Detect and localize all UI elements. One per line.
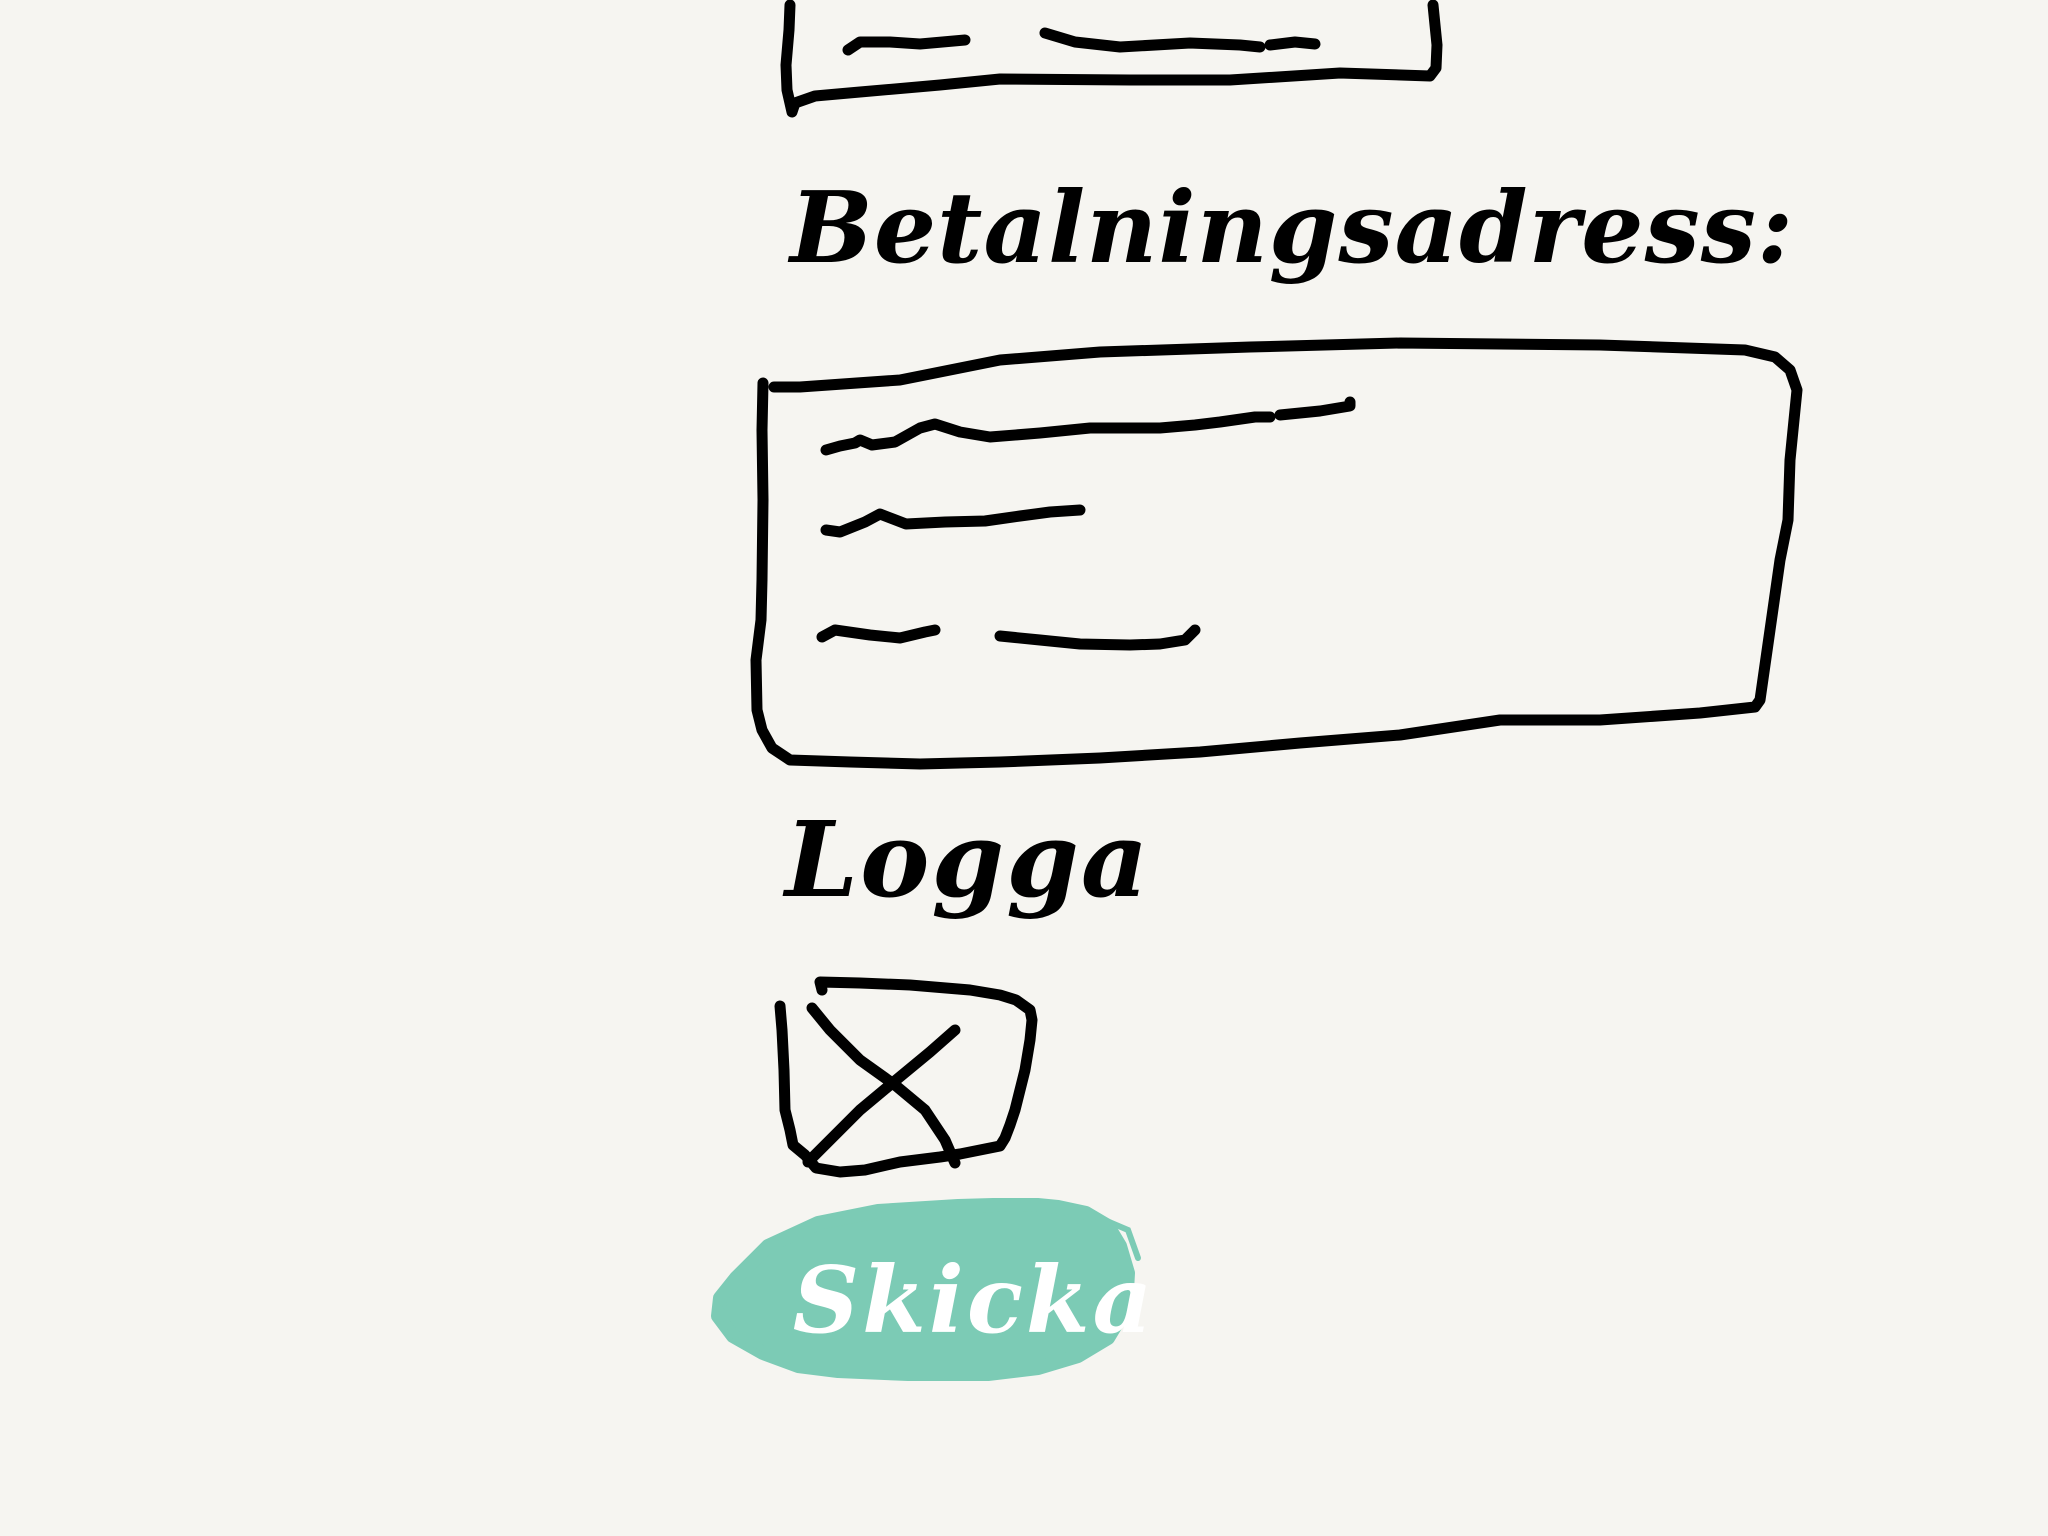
login-label: Logga <box>785 798 1151 921</box>
billing-address-text-lines <box>816 396 1356 651</box>
previous-address-text-lines <box>842 27 1321 56</box>
previous-address-box <box>780 0 1443 118</box>
billing-address-box <box>750 337 1803 770</box>
login-checkbox[interactable] <box>775 975 1015 1185</box>
billing-address-label: Betalningsadress: <box>790 171 1795 286</box>
submit-button[interactable]: Skicka <box>708 1198 1240 1402</box>
submit-button-label: Skicka <box>792 1246 1156 1354</box>
